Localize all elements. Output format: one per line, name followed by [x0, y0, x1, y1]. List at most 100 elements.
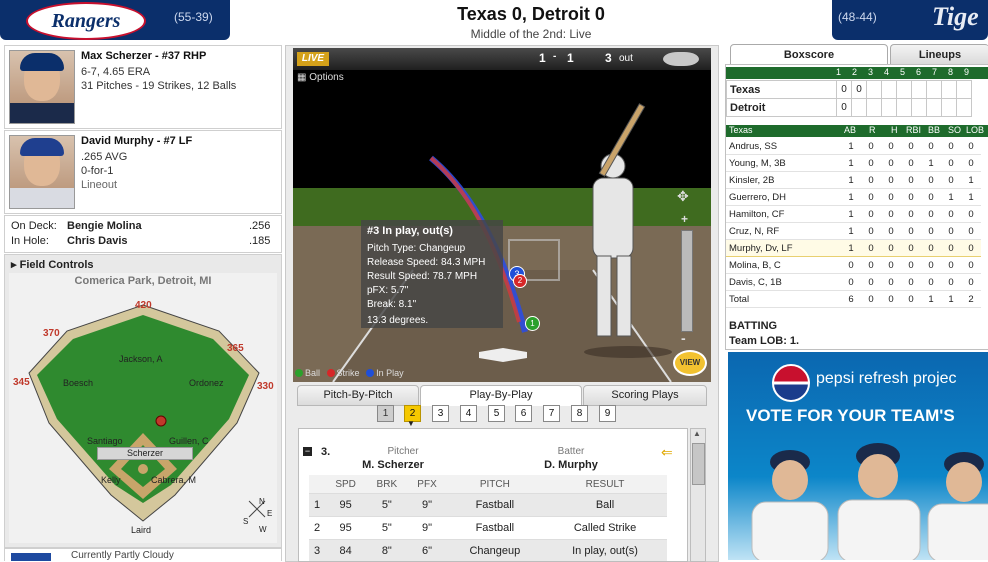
stat-cell: 1 [841, 172, 861, 189]
collapse-icon[interactable]: − [303, 447, 312, 456]
pitcher-card: Max Scherzer - #37 RHP 6-7, 4.65 ERA 31 … [4, 45, 282, 129]
table-row[interactable]: 3 84 8" 6" Changeup In play, out(s) [309, 540, 667, 562]
on-deck-name[interactable]: Bengie Molina [67, 220, 217, 232]
inning-button-3[interactable]: 3 [432, 405, 449, 422]
linescore-team: Detroit [727, 99, 837, 117]
batter-name-cell: Molina, B, C [726, 257, 841, 274]
batter-name-cell: Murphy, Dv, LF [726, 240, 841, 257]
stat-cell: 0 [881, 240, 901, 257]
linescore-inning-label: 3 [868, 67, 873, 77]
table-row[interactable]: Hamilton, CF1000000 [726, 206, 981, 223]
batter-name-cell: Cruz, N, RF [726, 223, 841, 240]
pitch-visualizer[interactable]: LIVE 1 - 1 3 out ▦ Options ✥ + - #3 In p… [293, 48, 711, 382]
distance-lf: 345 [13, 377, 30, 388]
batter-name[interactable]: David Murphy - #7 LF [81, 135, 192, 147]
table-row[interactable]: Davis, C, 1B0000000 [726, 274, 981, 291]
atbat-batter[interactable]: D. Murphy [515, 459, 627, 471]
stat-cell: 0 [901, 189, 921, 206]
inning-button-6[interactable]: 6 [515, 405, 532, 422]
table-row[interactable]: Total6000112 [726, 291, 981, 308]
linescore-inning-label: 6 [916, 67, 921, 77]
pitch-break: 5" [366, 517, 407, 540]
scroll-up-icon[interactable]: ▲ [693, 429, 701, 438]
fielder-2b[interactable]: Guillen, C [169, 436, 209, 446]
away-team-tab[interactable]: Rangers (55-39) [0, 0, 230, 40]
field-controls-panel: ▸ Field Controls Comerica Park, Detroit,… [4, 254, 282, 548]
table-row[interactable]: Guerrero, DH1000011 [726, 189, 981, 206]
stat-cell: 0 [861, 240, 881, 257]
fielder-ss[interactable]: Santiago [87, 436, 123, 446]
stat-cell: 1 [841, 155, 861, 172]
table-row[interactable]: Murphy, Dv, LF1000000 [726, 240, 981, 257]
pitch-marker[interactable]: 1 [525, 316, 540, 331]
inning-button-8[interactable]: 8 [571, 405, 588, 422]
table-row[interactable]: Andrus, SS1000000 [726, 138, 981, 155]
pitch-type: Changeup [447, 540, 543, 562]
on-deck-card: On Deck: Bengie Molina .256 In Hole: Chr… [4, 215, 282, 253]
tooltip-title: #3 In play, out(s) [367, 224, 497, 238]
linescore-row-home: Detroit 0 [727, 99, 972, 117]
batter-name-cell: Young, M, 3B [726, 155, 841, 172]
tab-boxscore[interactable]: Boxscore [730, 44, 888, 66]
stat-cell: 0 [921, 206, 941, 223]
options-button[interactable]: ▦ Options [297, 72, 344, 83]
legend-inplay: In Play [376, 368, 404, 378]
zoom-in-icon[interactable]: + [681, 212, 688, 226]
in-hole-name[interactable]: Chris Davis [67, 235, 217, 247]
zoom-out-icon[interactable]: - [681, 330, 686, 346]
stat-cell: 0 [881, 155, 901, 172]
scroll-thumb[interactable] [692, 443, 705, 485]
batting-table: Andrus, SS1000000Young, M, 3B1000100Kins… [726, 138, 981, 308]
pan-icon[interactable]: ✥ [677, 188, 689, 205]
inning-button-4[interactable]: 4 [460, 405, 477, 422]
stat-cell: 0 [861, 138, 881, 155]
pitch-type: Fastball [447, 494, 543, 517]
inning-button-5[interactable]: 5 [488, 405, 505, 422]
field-controls-toggle[interactable]: ▸ Field Controls [11, 258, 94, 271]
table-row[interactable]: Molina, B, C0000000 [726, 257, 981, 274]
pitch-marker[interactable]: 2 [513, 274, 527, 288]
linescore-cell [897, 81, 912, 99]
fielder-c[interactable]: Laird [131, 525, 151, 535]
table-row[interactable]: Cruz, N, RF1000000 [726, 223, 981, 240]
tab-lineups[interactable]: Lineups [890, 44, 988, 66]
zoom-slider[interactable] [681, 230, 693, 332]
pitch-result: Called Strike [543, 517, 667, 540]
table-row[interactable]: Young, M, 3B1000100 [726, 155, 981, 172]
stat-cell: 0 [921, 257, 941, 274]
home-team-tab[interactable]: (48-44) Tige [832, 0, 988, 40]
fielder-lf[interactable]: Boesch [63, 378, 93, 388]
inning-button-7[interactable]: 7 [543, 405, 560, 422]
stat-cell: 0 [881, 274, 901, 291]
table-row[interactable]: 1 95 5" 9" Fastball Ball [309, 494, 667, 517]
tab-play-by-play[interactable]: Play-By-Play [420, 385, 582, 406]
fielder-pitcher[interactable]: Scherzer [97, 447, 193, 460]
linescore-cell [897, 99, 912, 117]
view-button[interactable]: VIEW [673, 350, 707, 376]
table-row[interactable]: 2 95 5" 9" Fastball Called Strike [309, 517, 667, 540]
arrow-left-icon[interactable]: ⇐ [661, 444, 673, 461]
tab-scoring-plays[interactable]: Scoring Plays [583, 385, 707, 406]
pitcher-name[interactable]: Max Scherzer - #37 RHP [81, 50, 206, 62]
fielder-cf[interactable]: Jackson, A [119, 354, 163, 364]
fielder-3b[interactable]: Kelly [101, 475, 121, 485]
fielder-1b[interactable]: Cabrera, M [151, 475, 196, 485]
pbp-scrollbar[interactable]: ▲ [690, 428, 706, 562]
stat-cell: 0 [901, 257, 921, 274]
stat-cell: 0 [881, 223, 901, 240]
fielder-rf[interactable]: Ordonez [189, 378, 224, 388]
inning-button-9[interactable]: 9 [599, 405, 616, 422]
table-row[interactable]: Kinsler, 2B1000001 [726, 172, 981, 189]
advertisement[interactable]: pepsi refresh projec VOTE FOR YOUR TEAM'… [728, 352, 988, 560]
stat-cell: 0 [881, 206, 901, 223]
col-brk: BRK [366, 475, 407, 494]
stat-cell: 1 [961, 172, 981, 189]
stat-cell: 0 [941, 155, 961, 172]
atbat-pitcher[interactable]: M. Scherzer [339, 459, 447, 471]
tab-pitch-by-pitch[interactable]: Pitch-By-Pitch [297, 385, 419, 406]
stat-cell: 0 [881, 172, 901, 189]
inning-button-1[interactable]: 1 [377, 405, 394, 422]
linescore-cell: 0 [837, 81, 852, 99]
team-lob: Team LOB: 1. [729, 335, 799, 347]
linescore-inning-label: 4 [884, 67, 889, 77]
